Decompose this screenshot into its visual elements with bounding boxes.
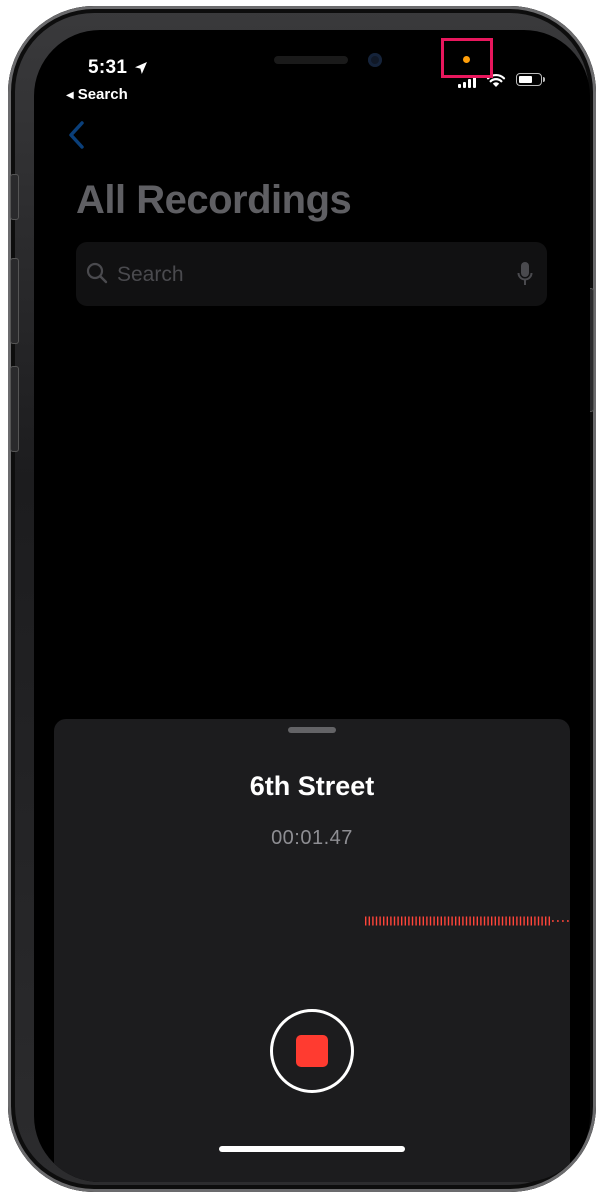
waveform-tick: [483, 916, 486, 926]
location-arrow-icon: [135, 62, 147, 74]
waveform-tick: [426, 916, 428, 926]
recording-name: 6th Street: [249, 771, 375, 801]
waveform-tick: [557, 920, 559, 922]
waveform-tick: [422, 916, 424, 926]
waveform-tick: [390, 916, 392, 926]
waveform-tick: [458, 916, 460, 926]
battery-terminal: [543, 77, 545, 82]
waveform-tick: [462, 916, 464, 926]
indicator-highlight-box: [441, 38, 493, 78]
waveform-tick: [562, 920, 564, 922]
status-time: 5:31: [88, 57, 128, 78]
waveform-tick: [447, 916, 450, 926]
waveform-tick: [379, 916, 381, 926]
waveform-tick: [437, 916, 439, 926]
magnifying-glass-icon: [86, 262, 108, 284]
waveform-tick: [451, 916, 453, 926]
waveform-tick: [516, 916, 518, 926]
stop-square-icon: [296, 1035, 328, 1067]
back-to-app-link[interactable]: ◀ Search: [66, 86, 128, 103]
waveform-tick: [473, 916, 475, 926]
waveform-tick: [530, 916, 532, 926]
waveform-tick: [375, 916, 378, 926]
waveform-tick: [386, 916, 388, 926]
waveform-tick: [372, 916, 374, 926]
waveform-tick: [440, 916, 442, 926]
waveform-tick: [552, 920, 554, 922]
waveform-tick: [534, 916, 536, 926]
volume-up-button: [10, 258, 19, 344]
waveform: [365, 916, 569, 926]
battery-icon: [516, 73, 542, 86]
waveform-tick: [548, 916, 550, 926]
sheet-grabber-handle[interactable]: [288, 727, 336, 733]
waveform-tick: [415, 916, 417, 926]
waveform-tick: [567, 920, 569, 922]
battery-fill: [519, 76, 533, 83]
waveform-tick: [368, 916, 370, 926]
microphone-icon[interactable]: [517, 261, 533, 287]
waveform-tick: [509, 916, 511, 926]
waveform-tick: [501, 916, 504, 926]
waveform-tick: [429, 916, 432, 926]
iphone-frame: 5:31 ◀ Search All Recordings Search 6th …: [8, 6, 596, 1192]
waveform-tick: [365, 916, 367, 926]
waveform-tick: [480, 916, 482, 926]
waveform-tick: [519, 916, 522, 926]
back-to-app-label: Search: [77, 86, 128, 103]
recording-elapsed-time: 00:01.47: [271, 827, 353, 849]
waveform-tick: [401, 916, 403, 926]
waveform-tick: [404, 916, 406, 926]
waveform-tick: [512, 916, 514, 926]
waveform-tick: [498, 916, 500, 926]
waveform-tick: [419, 916, 421, 926]
waveform-tick: [491, 916, 493, 926]
recording-sheet: 6th Street 00:01.47: [54, 719, 570, 1182]
waveform-tick: [494, 916, 496, 926]
waveform-tick: [455, 916, 457, 926]
waveform-tick: [393, 916, 396, 926]
waveform-tick: [411, 916, 414, 926]
waveform-tick: [487, 916, 489, 926]
stop-recording-button[interactable]: [270, 1009, 354, 1093]
page-title: All Recordings: [76, 178, 352, 222]
screen: 5:31 ◀ Search All Recordings Search 6th …: [34, 30, 590, 1182]
waveform-tick: [444, 916, 446, 926]
waveform-tick: [383, 916, 385, 926]
waveform-tick: [523, 916, 525, 926]
waveform-tick: [505, 916, 507, 926]
waveform-tick: [476, 916, 478, 926]
waveform-tick: [433, 916, 435, 926]
waveform-tick: [527, 916, 529, 926]
mute-switch: [10, 174, 19, 220]
waveform-tick: [545, 916, 547, 926]
earpiece-speaker: [274, 56, 348, 64]
search-field[interactable]: Search: [76, 242, 547, 306]
home-indicator[interactable]: [219, 1146, 405, 1152]
front-camera: [368, 53, 382, 67]
search-placeholder: Search: [117, 263, 184, 286]
waveform-tick: [397, 916, 399, 926]
waveform-tick: [469, 916, 471, 926]
waveform-tick: [537, 916, 540, 926]
back-triangle-icon: ◀: [66, 90, 74, 101]
waveform-tick: [465, 916, 468, 926]
chevron-left-icon[interactable]: [66, 120, 86, 150]
waveform-tick: [408, 916, 410, 926]
volume-down-button: [10, 366, 19, 452]
waveform-tick: [541, 916, 543, 926]
